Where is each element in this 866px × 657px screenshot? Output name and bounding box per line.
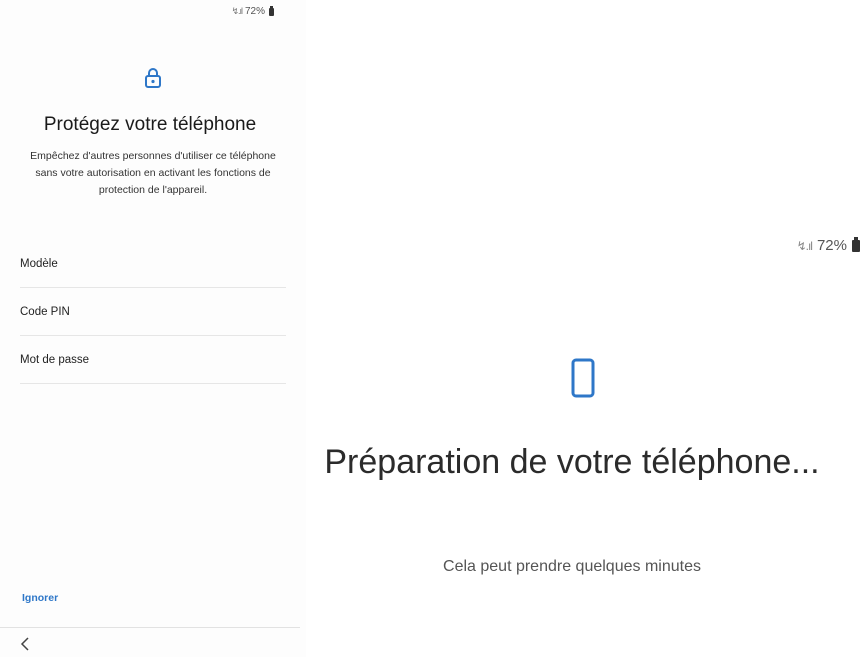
preparing-phone-screen: ↯.ıl 72% Préparation de votre téléphone.… <box>306 0 866 657</box>
skip-button[interactable]: Ignorer <box>22 592 58 604</box>
nav-divider <box>0 627 300 628</box>
protect-phone-screen: ↯.ıl 72% Protégez votre téléphone Empêch… <box>0 0 306 657</box>
battery-icon <box>269 5 274 16</box>
chevron-left-icon[interactable] <box>20 637 30 651</box>
signal-icon: ↯.ıl <box>231 6 243 16</box>
page-subtitle: Cela peut prendre quelques minutes <box>443 558 701 575</box>
battery-percent: 72% <box>816 237 847 254</box>
page-title: Préparation de votre téléphone... <box>324 443 820 481</box>
option-pattern[interactable]: Modèle <box>20 240 286 288</box>
battery-percent: 72% <box>244 6 265 17</box>
lock-method-list: Modèle Code PIN Mot de passe <box>20 240 286 384</box>
page-title: Protégez votre téléphone <box>43 114 257 135</box>
lock-icon <box>145 68 161 88</box>
screenshot-stage: ↯.ıl 72% Protégez votre téléphone Empêch… <box>0 0 866 657</box>
battery-icon <box>852 236 860 252</box>
status-bar: ↯.ıl 72% <box>796 236 860 254</box>
page-description: Empêchez d'autres personnes d'utiliser c… <box>30 150 276 196</box>
phone-icon <box>571 358 595 398</box>
status-bar: ↯.ıl 72% <box>231 5 274 17</box>
option-pin-code[interactable]: Code PIN <box>20 288 286 336</box>
option-password[interactable]: Mot de passe <box>20 336 286 384</box>
signal-icon: ↯.ıl <box>796 238 813 253</box>
